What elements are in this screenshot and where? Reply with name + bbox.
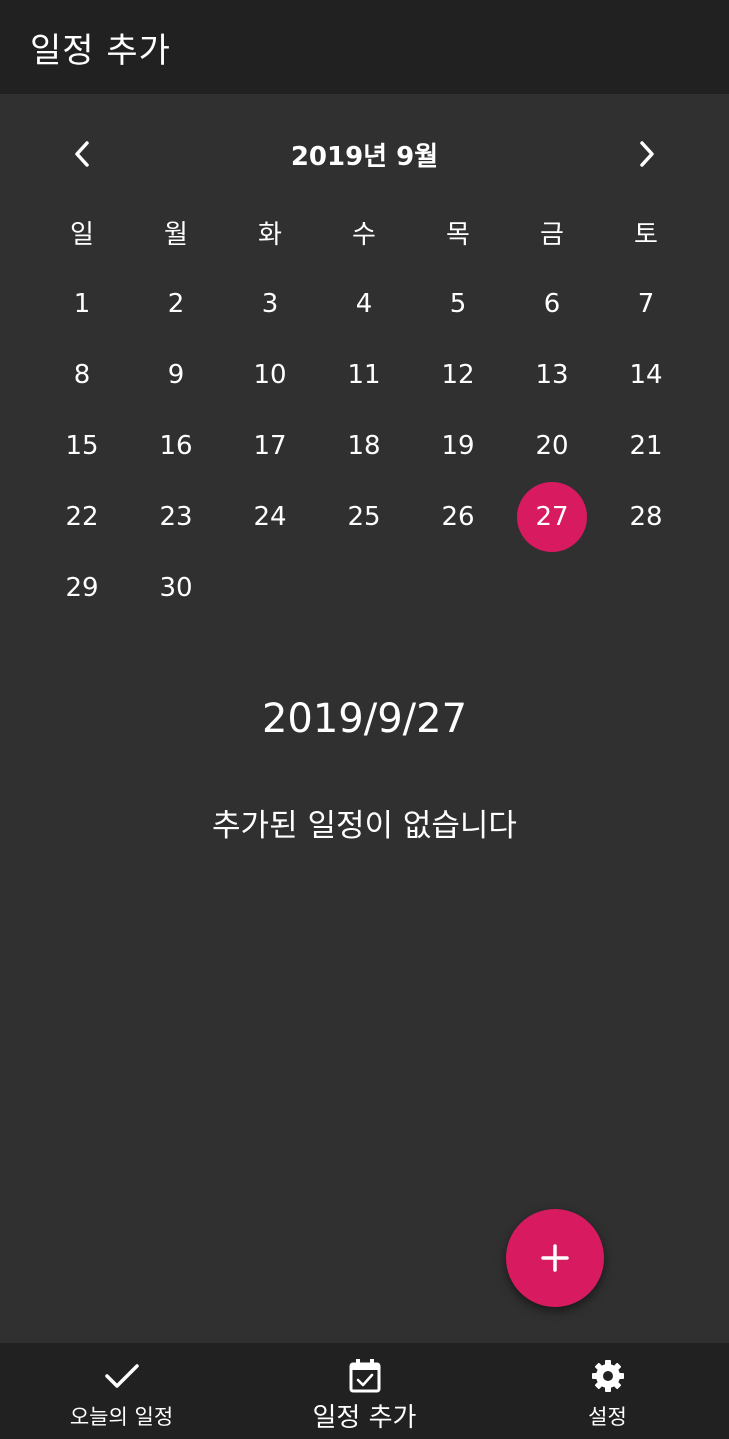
check-icon <box>104 1364 139 1388</box>
day-number: 12 <box>441 359 475 390</box>
calendar-day[interactable]: 2 <box>129 268 223 339</box>
calendar-day[interactable]: 14 <box>599 339 693 410</box>
calendar-day[interactable]: 28 <box>599 481 693 552</box>
day-number: 6 <box>543 288 561 319</box>
day-number: 9 <box>167 359 185 390</box>
day-number: 25 <box>347 501 381 532</box>
calendar-day[interactable]: 24 <box>223 481 317 552</box>
day-number: 7 <box>637 288 655 319</box>
weekday-label: 목 <box>446 220 470 250</box>
calendar-day[interactable]: 10 <box>223 339 317 410</box>
calendar-day[interactable]: 1 <box>35 268 129 339</box>
calendar-day[interactable]: 20 <box>505 410 599 481</box>
chevron-right-icon <box>640 141 654 167</box>
day-number: 3 <box>261 288 279 319</box>
calendar-day[interactable]: 5 <box>411 268 505 339</box>
calendar-day[interactable]: 19 <box>411 410 505 481</box>
calendar-day-selected[interactable]: 27 <box>505 481 599 552</box>
weekday-header: 일 월 화 수 목 금 토 <box>35 212 693 258</box>
selected-date-heading: 2019/9/27 <box>261 696 468 742</box>
calendar-day[interactable]: 11 <box>317 339 411 410</box>
calendar-day[interactable]: 26 <box>411 481 505 552</box>
calendar-day[interactable]: 23 <box>129 481 223 552</box>
day-number: 2 <box>167 288 185 319</box>
calendar-day[interactable]: 3 <box>223 268 317 339</box>
calendar-header: 2019년 9월 <box>0 120 729 188</box>
calendar-day[interactable]: 18 <box>317 410 411 481</box>
add-schedule-button[interactable] <box>506 1209 604 1307</box>
day-number: 15 <box>65 430 99 461</box>
nav-item-settings[interactable]: 설정 <box>486 1343 729 1439</box>
weekday-label: 수 <box>352 220 376 250</box>
day-number: 21 <box>629 430 663 461</box>
calendar-day[interactable]: 7 <box>599 268 693 339</box>
nav-item-add-schedule[interactable]: 일정 추가 <box>243 1343 486 1439</box>
day-number: 23 <box>159 501 193 532</box>
day-number: 20 <box>535 430 569 461</box>
app-bar: 일정 추가 <box>0 0 729 94</box>
weekday-label: 일 <box>70 220 94 250</box>
day-number: 14 <box>629 359 663 390</box>
calendar-day[interactable]: 22 <box>35 481 129 552</box>
day-number: 1 <box>73 288 91 319</box>
day-number: 22 <box>65 501 99 532</box>
calendar-day[interactable]: 29 <box>35 552 129 623</box>
weekday-label: 화 <box>258 220 282 250</box>
day-number: 26 <box>441 501 475 532</box>
weekday-label: 월 <box>164 220 188 250</box>
calendar-day[interactable]: 16 <box>129 410 223 481</box>
calendar-grid: 1 2 3 4 5 6 7 8 9 10 11 12 13 14 15 16 1… <box>35 268 693 623</box>
calendar-day[interactable]: 12 <box>411 339 505 410</box>
day-number: 17 <box>253 430 287 461</box>
calendar-day[interactable]: 6 <box>505 268 599 339</box>
calendar-day[interactable]: 9 <box>129 339 223 410</box>
day-number: 16 <box>159 430 193 461</box>
plus-icon <box>541 1244 569 1272</box>
day-number: 13 <box>535 359 569 390</box>
calendar-day[interactable]: 8 <box>35 339 129 410</box>
next-month-button[interactable] <box>621 128 673 180</box>
day-number: 5 <box>449 288 467 319</box>
calendar-check-icon <box>349 1359 380 1393</box>
calendar-day[interactable]: 13 <box>505 339 599 410</box>
day-number: 4 <box>355 288 373 319</box>
calendar-day[interactable]: 30 <box>129 552 223 623</box>
page-title: 일정 추가 <box>30 30 171 71</box>
day-number: 18 <box>347 430 381 461</box>
weekday-label: 토 <box>634 220 658 250</box>
calendar-day[interactable]: 17 <box>223 410 317 481</box>
nav-label: 일정 추가 <box>312 1403 417 1433</box>
gear-icon <box>591 1360 624 1392</box>
calendar-day[interactable]: 25 <box>317 481 411 552</box>
weekday-label: 금 <box>540 220 564 250</box>
bottom-navigation: 오늘의 일정 일정 추가 설정 <box>0 1343 729 1439</box>
day-number: 8 <box>73 359 91 390</box>
nav-item-today-schedule[interactable]: 오늘의 일정 <box>0 1343 243 1439</box>
day-number: 29 <box>65 572 99 603</box>
day-number: 24 <box>253 501 287 532</box>
month-title: 2019년 9월 <box>290 142 439 172</box>
calendar-day[interactable]: 4 <box>317 268 411 339</box>
day-number: 10 <box>253 359 287 390</box>
calendar-day[interactable]: 15 <box>35 410 129 481</box>
empty-schedule-message: 추가된 일정이 없습니다 <box>212 808 517 844</box>
nav-label: 설정 <box>588 1405 627 1429</box>
day-number: 30 <box>159 572 193 603</box>
day-number: 28 <box>629 501 663 532</box>
day-number: 11 <box>347 359 381 390</box>
day-number: 27 <box>535 501 569 532</box>
nav-label: 오늘의 일정 <box>69 1405 174 1429</box>
day-number: 19 <box>441 430 475 461</box>
calendar-day[interactable]: 21 <box>599 410 693 481</box>
